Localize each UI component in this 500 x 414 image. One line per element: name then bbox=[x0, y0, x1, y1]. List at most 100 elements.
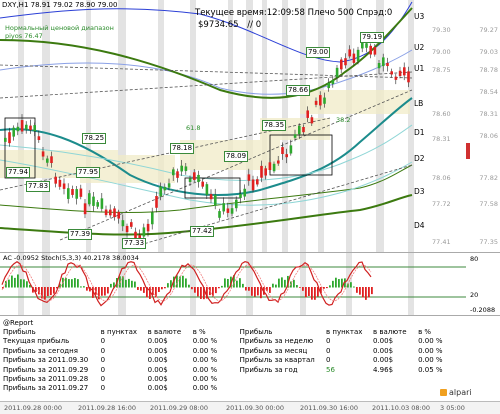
candle-body bbox=[251, 179, 255, 191]
report-cell: 0.00 % bbox=[418, 346, 443, 355]
candle-body bbox=[176, 171, 179, 178]
price-axis-label: 77.35 bbox=[479, 238, 498, 246]
candle-body bbox=[369, 45, 372, 55]
ac-bar bbox=[68, 279, 70, 288]
candle-body bbox=[79, 188, 83, 197]
candle-body bbox=[83, 203, 87, 215]
candle-body bbox=[323, 97, 326, 104]
candle-body bbox=[348, 49, 351, 57]
time-label: 2011.09.29 08:00 bbox=[150, 404, 209, 412]
ac-bar bbox=[80, 286, 82, 288]
ac-bar bbox=[8, 279, 10, 288]
time-label: 3 05:00 bbox=[440, 404, 465, 412]
report-cell: 0.00 % bbox=[418, 337, 443, 346]
candle-body bbox=[33, 125, 36, 132]
candle-body bbox=[327, 82, 330, 89]
candle-body bbox=[92, 196, 95, 206]
report-panel[interactable]: @Report Прибыль в пунктах в валюте в % П… bbox=[0, 316, 500, 401]
candle-body bbox=[146, 223, 150, 232]
candle-body bbox=[151, 212, 154, 225]
ac-bar bbox=[284, 279, 286, 288]
report-cell: Прибыль за 2011.09.29 bbox=[3, 365, 89, 374]
candle-body bbox=[289, 145, 293, 154]
ac-bar bbox=[311, 287, 313, 300]
ac-bar bbox=[224, 278, 226, 288]
price-box: 77.33 bbox=[122, 238, 147, 249]
ac-bar bbox=[269, 287, 271, 293]
ac-bar bbox=[23, 279, 25, 288]
ac-bar bbox=[191, 287, 193, 290]
report-cell: 0 bbox=[100, 337, 106, 346]
candle-body bbox=[235, 199, 238, 209]
candle-body bbox=[159, 186, 162, 197]
ac-bar bbox=[242, 283, 244, 288]
brand-logo: alpari bbox=[440, 388, 472, 397]
ac-bar bbox=[143, 287, 145, 293]
ac-bar bbox=[371, 287, 373, 295]
report-row: Прибыль за 2011.09.27 0 0.00$ 0.00 % bbox=[3, 384, 465, 393]
ac-bar bbox=[134, 281, 136, 288]
candle-body bbox=[8, 132, 11, 144]
candle-body bbox=[310, 117, 314, 124]
ac-bar bbox=[248, 287, 250, 291]
candle-body bbox=[100, 198, 104, 209]
report-cell: Текущая прибыль bbox=[3, 337, 70, 346]
candle-body bbox=[272, 163, 276, 172]
ac-bar bbox=[245, 287, 247, 291]
candle-body bbox=[256, 179, 259, 185]
ac-bar bbox=[308, 287, 310, 296]
candle-body bbox=[29, 125, 32, 131]
ac-bar bbox=[281, 277, 283, 288]
ac-bar bbox=[74, 278, 76, 288]
report-cell: 0.00$ bbox=[372, 346, 394, 355]
price-box: 77.39 bbox=[68, 229, 93, 240]
level-d4: D4 bbox=[414, 221, 425, 230]
candle-body bbox=[352, 53, 356, 63]
balance-line: $9734.65 // 0 bbox=[198, 20, 261, 30]
report-cell: 0 bbox=[100, 374, 106, 383]
ac-bar bbox=[104, 287, 106, 296]
report-cell: 0.00 % bbox=[192, 384, 218, 393]
candle-body bbox=[264, 168, 267, 176]
ac-bar bbox=[41, 287, 43, 299]
ac-bar bbox=[332, 280, 334, 288]
candle-body bbox=[67, 188, 70, 199]
oscillator-svg bbox=[0, 253, 466, 315]
time-label: 2011.09.30 00:00 bbox=[226, 404, 285, 412]
time-label: 2011.09.28 00:00 bbox=[4, 404, 63, 412]
candle-body bbox=[382, 57, 385, 67]
report-cell: 0.00 % bbox=[418, 356, 443, 365]
oscillator-panel[interactable]: AC -0.0952 Stoch(5,3,3) 40.2178 38.0034 … bbox=[0, 253, 500, 315]
candle-body bbox=[41, 151, 45, 157]
ac-bar bbox=[350, 282, 352, 288]
main-chart[interactable]: DXY,H1 78.91 79.02 78.90 79.00 Нормальны… bbox=[0, 0, 500, 252]
price-box: 77.83 bbox=[26, 181, 51, 192]
price-axis-label: 78.06 bbox=[479, 132, 498, 140]
report-cell: Прибыль за месяц bbox=[239, 346, 308, 355]
ac-bar bbox=[50, 287, 52, 296]
fib-label: 61.8 bbox=[186, 124, 201, 132]
candle-body bbox=[197, 174, 200, 183]
report-cell: 0 bbox=[326, 346, 331, 355]
ac-bar bbox=[164, 287, 166, 289]
price-box: 78.35 bbox=[262, 120, 287, 131]
ac-bar bbox=[131, 280, 133, 288]
report-title: @Report bbox=[3, 319, 34, 327]
ac-bar bbox=[11, 275, 13, 288]
report-cell: 0.05 % bbox=[418, 365, 443, 374]
candle-body bbox=[113, 208, 116, 218]
candle-body bbox=[277, 160, 280, 164]
price-axis-label: 77.58 bbox=[479, 200, 498, 208]
candle-body bbox=[214, 194, 217, 206]
ac-bar bbox=[338, 279, 340, 288]
report-cell: 0.00 % bbox=[192, 356, 218, 365]
ac-bar bbox=[98, 287, 100, 300]
oscillator-label: AC -0.0952 Stoch(5,3,3) 40.2178 38.0034 bbox=[3, 254, 139, 262]
ac-bar bbox=[161, 287, 163, 290]
ac-bar bbox=[353, 286, 355, 288]
report-cell: 4.96$ bbox=[372, 365, 394, 374]
ac-bar bbox=[200, 287, 202, 299]
ac-bar bbox=[20, 279, 22, 288]
ac-bar bbox=[83, 286, 85, 288]
ac-bar bbox=[329, 285, 331, 288]
